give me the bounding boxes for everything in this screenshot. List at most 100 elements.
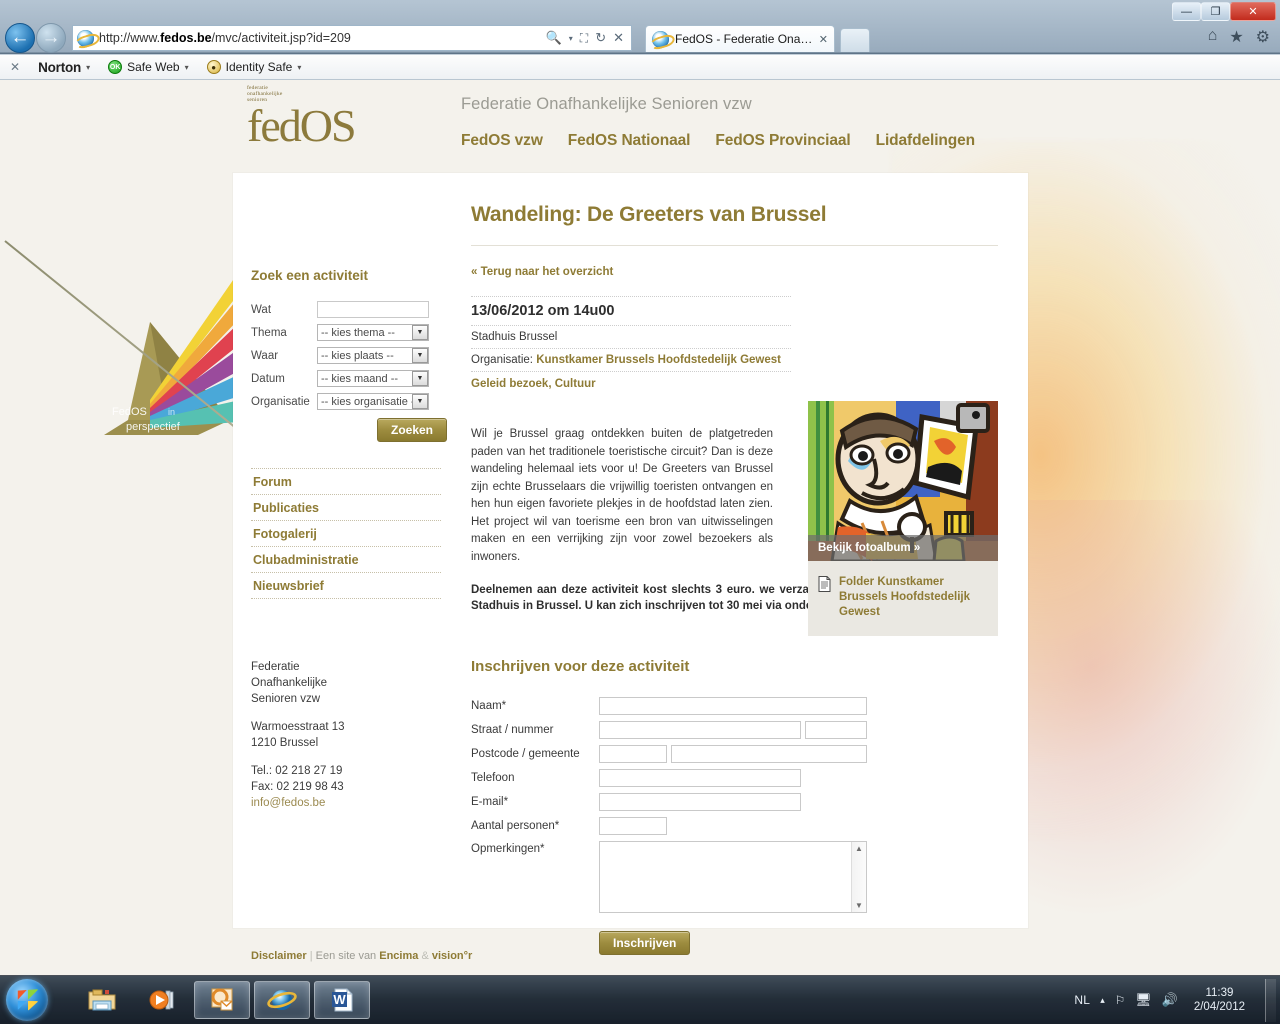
footer-agency-encima-link[interactable]: Encima: [379, 950, 418, 962]
chevron-down-icon[interactable]: ▼: [412, 325, 428, 340]
address-bar[interactable]: http://www.fedos.be/mvc/activiteit.jsp?i…: [72, 25, 632, 51]
nav-item-fedos-provinciaal[interactable]: FedOS Provinciaal: [715, 132, 850, 150]
footer-ampersand: &: [421, 950, 429, 962]
nav-item-fedos-nationaal[interactable]: FedOS Nationaal: [568, 132, 691, 150]
back-button[interactable]: ←: [5, 23, 35, 53]
taskbar-item-outlook[interactable]: [194, 981, 250, 1019]
close-button[interactable]: ✕: [1230, 2, 1276, 21]
input-postcode[interactable]: [599, 745, 667, 763]
select-waar[interactable]: -- kies plaats -- ▼: [317, 347, 429, 364]
main-content: Wandeling: De Greeters van Brussel « Ter…: [471, 173, 1028, 955]
home-icon[interactable]: ⌂: [1208, 27, 1218, 47]
organisation-value[interactable]: Kunstkamer Brussels Hoofdstedelijk Gewes…: [536, 354, 781, 366]
norton-safe-web-button[interactable]: OK Safe Web ▾: [108, 60, 189, 74]
identity-safe-label: Identity Safe: [225, 60, 293, 74]
minimize-button[interactable]: —: [1172, 2, 1201, 21]
input-naam[interactable]: [599, 697, 867, 715]
contact-organisation: Federatie Onafhankelijke Senioren vzw: [251, 659, 441, 707]
sidebar-item-clubadministratie[interactable]: Clubadministratie: [251, 546, 441, 572]
maximize-button[interactable]: ❐: [1201, 2, 1230, 21]
contact-city: 1210 Brussel: [251, 737, 319, 749]
input-gemeente[interactable]: [671, 745, 867, 763]
select-organisatie[interactable]: -- kies organisatie -- ▼: [317, 393, 429, 410]
taskbar-item-explorer[interactable]: [74, 981, 130, 1019]
textarea-opmerkingen[interactable]: ▲ ▼: [599, 841, 867, 913]
search-input-wat[interactable]: [317, 301, 429, 318]
chevron-down-icon[interactable]: ▼: [412, 371, 428, 386]
favorites-star-icon[interactable]: ★: [1229, 27, 1243, 47]
scroll-up-icon[interactable]: ▲: [855, 844, 863, 853]
search-icon[interactable]: 🔍: [546, 30, 562, 46]
caret-down-icon[interactable]: ▾: [569, 34, 573, 43]
label-thema: Thema: [251, 326, 287, 339]
label-wat: Wat: [251, 303, 272, 316]
language-indicator[interactable]: NL: [1074, 993, 1090, 1007]
back-to-overview-link[interactable]: « Terug naar het overzicht: [471, 266, 613, 278]
browser-tab[interactable]: FedOS - Federatie Onafhan... ✕: [645, 25, 835, 52]
compatibility-view-icon[interactable]: ⛶: [580, 31, 588, 46]
tab-strip: FedOS - Federatie Onafhan... ✕ ⌂ ★ ⚙: [640, 22, 1280, 54]
taskbar-item-word[interactable]: W: [314, 981, 370, 1019]
registration-submit-button[interactable]: Inschrijven: [599, 931, 691, 955]
taskbar-clock[interactable]: 11:39 2/04/2012: [1188, 986, 1251, 1014]
new-tab-button[interactable]: [840, 28, 870, 52]
norton-identity-safe-button[interactable]: ● Identity Safe ▾: [206, 60, 301, 74]
input-nummer[interactable]: [805, 721, 867, 739]
norton-brand-button[interactable]: Norton ▾: [38, 60, 90, 75]
input-aantal-personen[interactable]: [599, 817, 667, 835]
media-player-icon: [149, 990, 174, 1010]
select-datum[interactable]: -- kies maand -- ▼: [317, 370, 429, 387]
sidebar-item-forum[interactable]: Forum: [251, 468, 441, 494]
norton-close-icon[interactable]: ✕: [10, 60, 20, 74]
network-icon[interactable]: 🖥: [1135, 992, 1152, 1008]
chevron-down-icon[interactable]: ▼: [412, 348, 428, 363]
contact-street: Warmoesstraat 13: [251, 721, 345, 733]
scroll-down-icon[interactable]: ▼: [855, 901, 863, 910]
organisation-title: Federatie Onafhankelijke Senioren vzw: [461, 95, 752, 113]
tools-gear-icon[interactable]: ⚙: [1256, 27, 1270, 47]
label-telefoon: Telefoon: [471, 772, 515, 784]
activity-date: 13/06/2012 om 14u00: [471, 296, 791, 326]
show-desktop-button[interactable]: [1265, 978, 1276, 1022]
contact-org-line-2: Onafhankelijke: [251, 677, 328, 689]
volume-icon[interactable]: 🔊: [1162, 992, 1178, 1008]
activity-photo[interactable]: Bekijk fotoalbum »: [808, 401, 998, 561]
registration-row-aantal: Aantal personen*: [471, 817, 998, 835]
refresh-icon[interactable]: ↻: [595, 30, 606, 46]
action-center-flag-icon[interactable]: ⚐: [1115, 993, 1125, 1007]
select-thema[interactable]: -- kies thema -- ▼: [317, 324, 429, 341]
textarea-scrollbar[interactable]: ▲ ▼: [851, 842, 866, 912]
nav-item-lidafdelingen[interactable]: Lidafdelingen: [876, 132, 976, 150]
activity-tags: Geleid bezoek, Cultuur: [471, 378, 596, 390]
contact-org-line-3: Senioren vzw: [251, 693, 321, 705]
show-hidden-icons-button[interactable]: ▴: [1100, 995, 1105, 1006]
search-submit-button[interactable]: Zoeken: [376, 418, 447, 442]
start-button[interactable]: [6, 979, 48, 1021]
footer-made-by: Een site van: [315, 950, 377, 962]
footer-disclaimer-link[interactable]: Disclaimer: [251, 950, 307, 962]
sidebar-item-fotogalerij[interactable]: Fotogalerij: [251, 520, 441, 546]
logo-mark: fedOS: [247, 99, 357, 151]
identity-safe-icon: ●: [206, 60, 221, 74]
registration-submit-row: Inschrijven: [599, 931, 998, 955]
contact-email-link[interactable]: info@fedos.be: [251, 797, 325, 809]
forward-button[interactable]: →: [36, 23, 66, 53]
sidebar-item-nieuwsbrief[interactable]: Nieuwsbrief: [251, 572, 441, 599]
taskbar-item-internet-explorer[interactable]: [254, 981, 310, 1019]
chevron-down-icon[interactable]: ▼: [412, 394, 428, 409]
stop-icon[interactable]: ✕: [613, 30, 624, 46]
input-email[interactable]: [599, 793, 801, 811]
clock-time: 11:39: [1205, 987, 1234, 999]
input-telefoon[interactable]: [599, 769, 801, 787]
nav-item-fedos-vzw[interactable]: FedOS vzw: [461, 132, 543, 150]
photo-album-link[interactable]: Bekijk fotoalbum »: [808, 535, 998, 561]
footer-agency-visionr-link[interactable]: vision°r: [432, 950, 472, 962]
input-straat[interactable]: [599, 721, 801, 739]
tab-close-icon[interactable]: ✕: [819, 33, 828, 46]
select-thema-value: -- kies thema --: [321, 326, 395, 339]
document-item[interactable]: Folder Kunstkamer Brussels Hoofdstedelij…: [818, 575, 988, 620]
taskbar-item-media-player[interactable]: [134, 981, 190, 1019]
sidebar-item-publicaties[interactable]: Publicaties: [251, 494, 441, 520]
chevron-down-icon: ▾: [184, 62, 189, 72]
site-logo[interactable]: federatie onafhankelijke senioren fedOS: [247, 85, 357, 173]
